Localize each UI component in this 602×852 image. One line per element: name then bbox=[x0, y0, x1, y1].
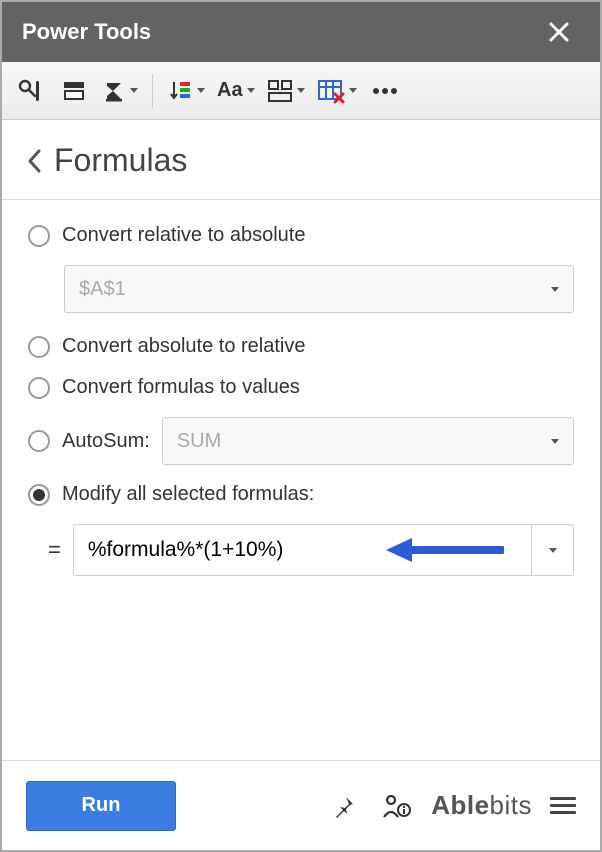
titlebar: Power Tools bbox=[2, 2, 600, 62]
chevron-down-icon bbox=[297, 88, 305, 93]
sort-color-dropdown-icon[interactable] bbox=[163, 71, 209, 111]
run-button[interactable]: Run bbox=[26, 781, 176, 831]
option-autosum[interactable]: AutoSum: SUM bbox=[28, 417, 574, 465]
process-icon[interactable] bbox=[54, 71, 94, 111]
autosum-function-dropdown[interactable]: SUM bbox=[162, 417, 574, 465]
radio-icon[interactable] bbox=[28, 336, 50, 358]
radio-icon[interactable] bbox=[28, 377, 50, 399]
chevron-down-icon bbox=[349, 88, 357, 93]
formula-combo bbox=[73, 524, 574, 576]
option-convert-rel-to-abs[interactable]: Convert relative to absolute bbox=[28, 224, 574, 247]
chevron-down-icon bbox=[551, 287, 559, 292]
chevron-down-icon bbox=[247, 88, 255, 93]
text-case-dropdown-icon[interactable]: Aa bbox=[213, 71, 259, 111]
info-person-icon[interactable] bbox=[379, 789, 413, 823]
chevron-down-icon bbox=[549, 548, 557, 553]
chevron-down-icon bbox=[197, 88, 205, 93]
brand-label: Ablebits bbox=[431, 790, 532, 821]
sigma-dropdown-icon[interactable] bbox=[98, 71, 142, 111]
formula-dropdown-button[interactable] bbox=[531, 525, 573, 575]
formula-input[interactable] bbox=[74, 525, 531, 575]
clear-dropdown-icon[interactable] bbox=[313, 71, 361, 111]
option-label: Modify all selected formulas: bbox=[62, 483, 314, 506]
back-icon[interactable] bbox=[26, 148, 42, 174]
radio-icon[interactable] bbox=[28, 430, 50, 452]
split-dropdown-icon[interactable] bbox=[263, 71, 309, 111]
more-icon[interactable] bbox=[365, 71, 405, 111]
toolbar: Aa bbox=[2, 62, 600, 120]
pin-icon[interactable] bbox=[327, 789, 361, 823]
dropdown-value: SUM bbox=[177, 430, 221, 453]
option-modify-all[interactable]: Modify all selected formulas: bbox=[28, 483, 574, 506]
page-header: Formulas bbox=[2, 120, 600, 200]
page-title: Formulas bbox=[54, 142, 187, 179]
option-convert-abs-to-rel[interactable]: Convert absolute to relative bbox=[28, 335, 574, 358]
option-label: AutoSum: bbox=[62, 430, 150, 453]
option-label: Convert absolute to relative bbox=[62, 335, 305, 358]
ref-style-dropdown[interactable]: $A$1 bbox=[64, 265, 574, 313]
option-label: Convert formulas to values bbox=[62, 376, 300, 399]
option-label: Convert relative to absolute bbox=[62, 224, 305, 247]
toolbar-separator bbox=[152, 74, 153, 108]
radio-icon[interactable] bbox=[28, 484, 50, 506]
chevron-down-icon bbox=[130, 88, 138, 93]
equals-sign: = bbox=[48, 537, 61, 563]
smart-toolkit-icon[interactable] bbox=[10, 71, 50, 111]
option-convert-to-values[interactable]: Convert formulas to values bbox=[28, 376, 574, 399]
app-title: Power Tools bbox=[22, 19, 151, 45]
content-area: Convert relative to absolute $A$1 Conver… bbox=[2, 200, 600, 760]
footer: Run Ablebits bbox=[2, 760, 600, 850]
dropdown-value: $A$1 bbox=[79, 278, 126, 301]
chevron-down-icon bbox=[551, 439, 559, 444]
close-icon[interactable] bbox=[548, 21, 580, 43]
hamburger-menu-icon[interactable] bbox=[550, 797, 576, 814]
radio-icon[interactable] bbox=[28, 225, 50, 247]
